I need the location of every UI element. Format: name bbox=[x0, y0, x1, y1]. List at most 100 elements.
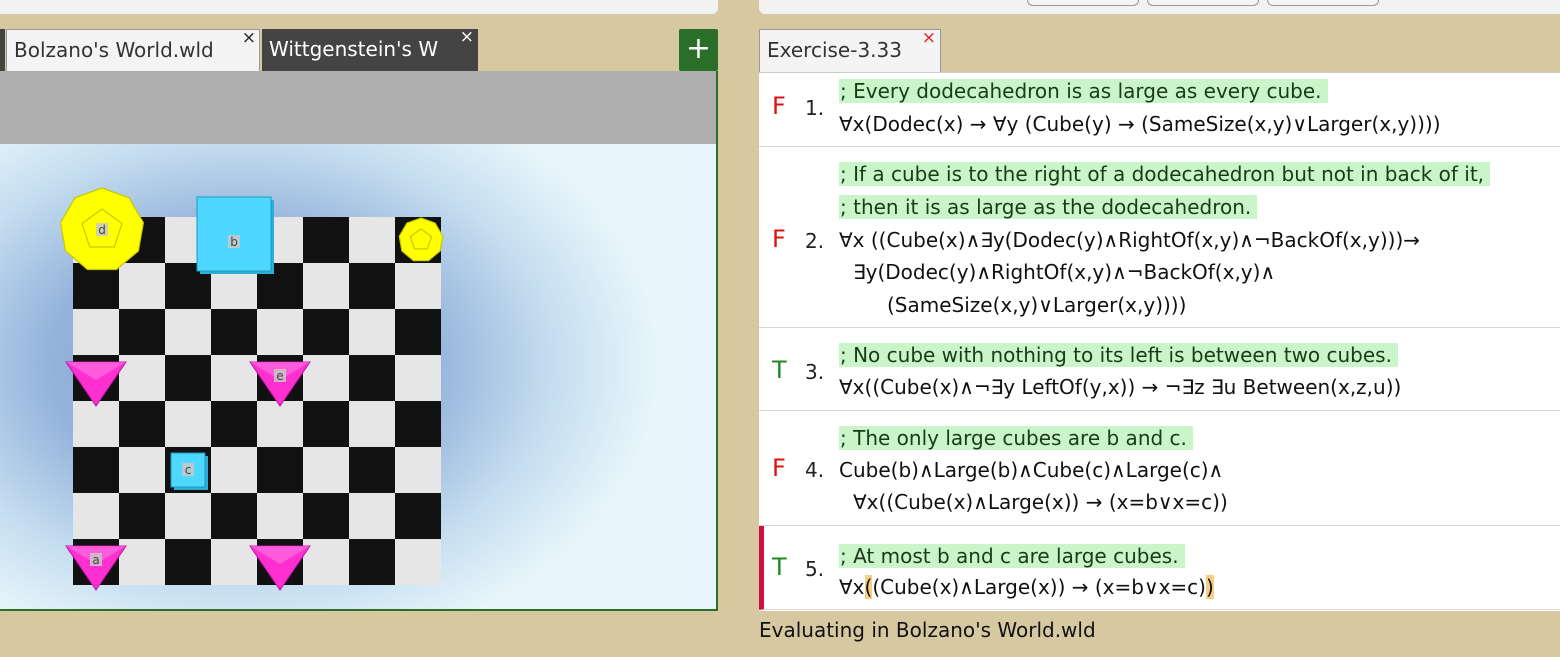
sentence-row[interactable]: F 4. ; The only large cubes are b and c.… bbox=[759, 411, 1560, 526]
sentence-line[interactable]: ∀x((Cube(x)∧Large(x)) → (x=b∨x=c)) bbox=[839, 573, 1214, 601]
toolbar-button[interactable] bbox=[1147, 0, 1259, 6]
board-square[interactable] bbox=[73, 447, 119, 493]
board-square[interactable] bbox=[303, 447, 349, 493]
cube-shape[interactable] bbox=[196, 196, 272, 272]
tab-label: Exercise-3.33 bbox=[767, 38, 902, 62]
sentence-number: 4. bbox=[805, 458, 825, 482]
board-square[interactable] bbox=[119, 447, 165, 493]
object-label: c bbox=[185, 463, 192, 477]
sentence-line[interactable]: ; No cube with nothing to its left is be… bbox=[839, 341, 1398, 369]
board-square[interactable] bbox=[395, 493, 441, 539]
add-tab-button[interactable]: + bbox=[679, 29, 718, 71]
top-toolbar-left bbox=[0, 0, 718, 14]
board-square[interactable] bbox=[165, 309, 211, 355]
tab-bolzanos-world[interactable]: Bolzano's World.wld × bbox=[6, 29, 260, 71]
sentence-line[interactable]: ; then it is as large as the dodecahedro… bbox=[839, 193, 1258, 221]
sentence-line[interactable]: ∃y(Dodec(y)∧RightOf(x,y)∧¬BackOf(x,y)∧ bbox=[853, 258, 1275, 286]
board-square[interactable] bbox=[119, 401, 165, 447]
board-square[interactable] bbox=[211, 493, 257, 539]
close-icon[interactable]: × bbox=[460, 29, 474, 57]
board-square[interactable] bbox=[303, 493, 349, 539]
world-panel: d b e c a bbox=[0, 71, 718, 611]
board-square[interactable] bbox=[257, 401, 303, 447]
tab-label: Wittgenstein's W bbox=[269, 37, 439, 61]
board-square[interactable] bbox=[211, 309, 257, 355]
board-square[interactable] bbox=[303, 217, 349, 263]
board-square[interactable] bbox=[165, 493, 211, 539]
sentence-number: 1. bbox=[805, 96, 825, 120]
board-square[interactable] bbox=[349, 401, 395, 447]
dodec-block[interactable]: d bbox=[59, 187, 145, 271]
matching-paren-highlight: ) bbox=[1205, 575, 1214, 599]
board-square[interactable] bbox=[349, 447, 395, 493]
board-square[interactable] bbox=[211, 401, 257, 447]
sentence-line[interactable]: ∀x((Cube(x)∧Large(x)) → (x=b∨x=c)) bbox=[853, 488, 1228, 516]
close-icon[interactable]: × bbox=[922, 18, 936, 58]
board-square[interactable] bbox=[349, 263, 395, 309]
board-square[interactable] bbox=[349, 355, 395, 401]
sentence-line[interactable]: (SameSize(x,y)∨Larger(x,y)))) bbox=[887, 291, 1186, 319]
tab-wittgensteins-world[interactable]: Wittgenstein's W × bbox=[262, 29, 478, 71]
object-label: b bbox=[230, 235, 238, 249]
sentence-line[interactable]: ∀x((Cube(x)∧¬∃y LeftOf(y,x)) → ¬∃z ∃u Be… bbox=[839, 373, 1401, 401]
sentence-line[interactable]: ; The only large cubes are b and c. bbox=[839, 424, 1193, 452]
board-square[interactable] bbox=[395, 263, 441, 309]
dodec-shape[interactable] bbox=[398, 217, 444, 262]
object-label: d bbox=[98, 223, 106, 237]
board-square[interactable] bbox=[119, 309, 165, 355]
board-square[interactable] bbox=[211, 447, 257, 493]
sentence-number: 2. bbox=[805, 229, 825, 253]
truth-value: T bbox=[772, 356, 787, 384]
board-square[interactable] bbox=[73, 401, 119, 447]
board-square[interactable] bbox=[395, 309, 441, 355]
board-square[interactable] bbox=[303, 263, 349, 309]
cube-block[interactable]: c bbox=[170, 452, 208, 490]
dodec-block[interactable] bbox=[398, 217, 444, 262]
sentence-row[interactable]: T 3. ; No cube with nothing to its left … bbox=[759, 328, 1560, 411]
board-square[interactable] bbox=[395, 355, 441, 401]
board-square[interactable] bbox=[395, 447, 441, 493]
sentence-row[interactable]: F 2. ; If a cube is to the right of a do… bbox=[759, 147, 1560, 328]
sentence-list: F 1. ; Every dodecahedron is as large as… bbox=[759, 72, 1560, 611]
toolbar-button[interactable] bbox=[1267, 0, 1379, 6]
truth-value: F bbox=[772, 454, 786, 482]
sentence-row-selected[interactable]: T 5. ; At most b and c are large cubes. … bbox=[759, 526, 1560, 610]
world-view[interactable]: d b e c a bbox=[0, 144, 716, 609]
sentence-line[interactable]: ; At most b and c are large cubes. bbox=[839, 542, 1185, 570]
board-square[interactable] bbox=[257, 493, 303, 539]
truth-value: F bbox=[772, 225, 786, 253]
board-square[interactable] bbox=[165, 401, 211, 447]
board-square[interactable] bbox=[73, 309, 119, 355]
board-square[interactable] bbox=[395, 539, 441, 585]
board-square[interactable] bbox=[165, 355, 211, 401]
toolbar-button[interactable] bbox=[1027, 0, 1139, 6]
board-square[interactable] bbox=[165, 539, 211, 585]
sentence-row[interactable]: F 1. ; Every dodecahedron is as large as… bbox=[759, 73, 1560, 147]
board-square[interactable] bbox=[303, 309, 349, 355]
board-square[interactable] bbox=[349, 217, 395, 263]
board-square[interactable] bbox=[303, 401, 349, 447]
board-square[interactable] bbox=[349, 493, 395, 539]
sentence-line[interactable]: ; Every dodecahedron is as large as ever… bbox=[839, 77, 1328, 105]
sentence-line[interactable]: Cube(b)∧Large(b)∧Cube(c)∧Large(c)∧ bbox=[839, 456, 1223, 484]
tab-overflow-stub[interactable] bbox=[0, 29, 5, 71]
sentence-number: 5. bbox=[805, 557, 825, 581]
board-square[interactable] bbox=[257, 309, 303, 355]
board-square[interactable] bbox=[119, 263, 165, 309]
board-square[interactable] bbox=[119, 493, 165, 539]
truth-value: F bbox=[772, 92, 786, 120]
board-square[interactable] bbox=[257, 447, 303, 493]
sentence-line[interactable]: ∀x(Dodec(x) → ∀y (Cube(y) → (SameSize(x,… bbox=[839, 110, 1441, 138]
board-square[interactable] bbox=[73, 493, 119, 539]
object-label: e bbox=[276, 369, 283, 383]
sentence-line[interactable]: ∀x ((Cube(x)∧∃y(Dodec(y)∧RightOf(x,y)∧¬B… bbox=[839, 226, 1420, 254]
tab-exercise[interactable]: Exercise-3.33 × bbox=[759, 28, 941, 73]
close-icon[interactable]: × bbox=[242, 30, 256, 58]
board-square[interactable] bbox=[349, 539, 395, 585]
sentence-line[interactable]: ; If a cube is to the right of a dodecah… bbox=[839, 160, 1491, 188]
board-square[interactable] bbox=[349, 309, 395, 355]
board-square[interactable] bbox=[395, 401, 441, 447]
world-board[interactable]: d b e c a bbox=[0, 144, 716, 609]
cube-block[interactable]: b bbox=[196, 196, 274, 274]
tab-label: Bolzano's World.wld bbox=[14, 38, 214, 62]
